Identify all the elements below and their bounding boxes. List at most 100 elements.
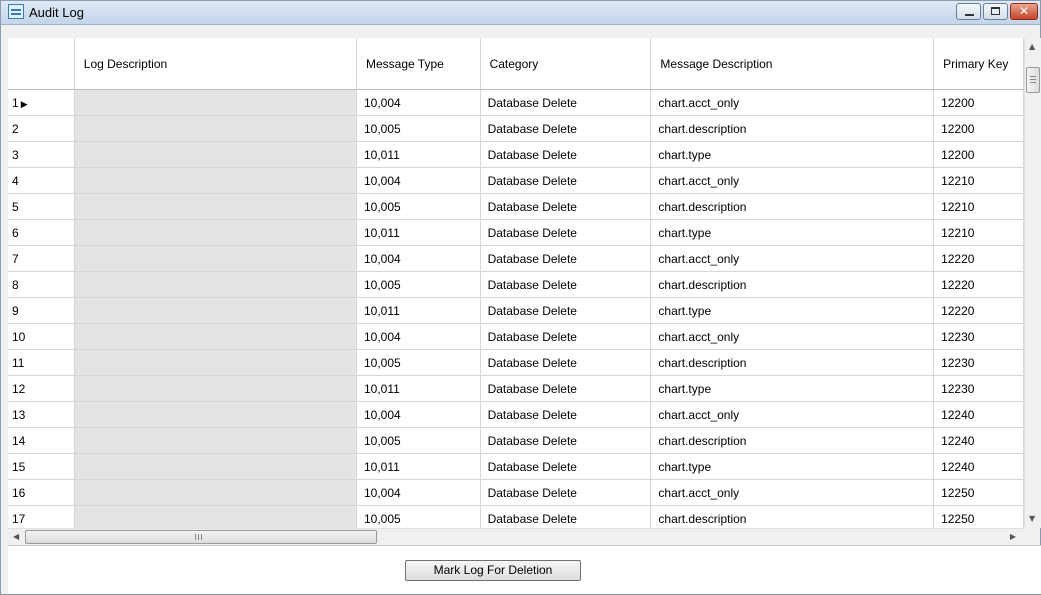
cell-message-description[interactable]: chart.type: [650, 297, 935, 324]
cell-category[interactable]: Database Delete: [480, 297, 652, 324]
cell-message-description[interactable]: chart.acct_only: [650, 245, 935, 272]
table-row[interactable]: 3 10,011 Database Delete chart.type 12200: [8, 141, 1024, 168]
cell-category[interactable]: Database Delete: [480, 427, 652, 454]
cell-message-type[interactable]: 10,011: [356, 453, 481, 480]
vertical-scroll-thumb[interactable]: [1026, 67, 1040, 93]
cell-log-description[interactable]: [74, 427, 357, 454]
cell-category[interactable]: Database Delete: [480, 505, 652, 528]
table-row[interactable]: 15 10,011 Database Delete chart.type 12240: [8, 453, 1024, 480]
cell-primary-key[interactable]: 12220: [933, 245, 1024, 272]
cell-primary-key[interactable]: 12240: [933, 401, 1024, 428]
cell-log-description[interactable]: [74, 349, 357, 376]
column-header-category[interactable]: Category: [480, 38, 652, 90]
table-row[interactable]: 8 10,005 Database Delete chart.description 1…: [8, 271, 1024, 298]
cell-primary-key[interactable]: 12200: [933, 89, 1024, 116]
cell-category[interactable]: Database Delete: [480, 271, 652, 298]
cell-primary-key[interactable]: 12220: [933, 271, 1024, 298]
cell-message-description[interactable]: chart.type: [650, 375, 935, 402]
cell-message-description[interactable]: chart.type: [650, 453, 935, 480]
row-header[interactable]: 6: [8, 219, 75, 246]
cell-log-description[interactable]: [74, 453, 357, 480]
cell-log-description[interactable]: [74, 505, 357, 528]
vertical-scrollbar[interactable]: ▲ ▼: [1024, 38, 1041, 528]
cell-log-description[interactable]: [74, 401, 357, 428]
table-row[interactable]: 11 10,005 Database Delete chart.description…: [8, 349, 1024, 376]
close-button[interactable]: ✕: [1010, 3, 1038, 20]
cell-category[interactable]: Database Delete: [480, 375, 652, 402]
cell-primary-key[interactable]: 12210: [933, 167, 1024, 194]
scroll-right-arrow-icon[interactable]: ▶: [1010, 533, 1016, 541]
cell-category[interactable]: Database Delete: [480, 245, 652, 272]
row-header[interactable]: 1 ▶: [8, 89, 75, 116]
cell-message-description[interactable]: chart.acct_only: [650, 89, 935, 116]
maximize-button[interactable]: [983, 3, 1008, 20]
cell-category[interactable]: Database Delete: [480, 141, 652, 168]
table-row[interactable]: 2 10,005 Database Delete chart.description 1…: [8, 115, 1024, 142]
row-header[interactable]: 2: [8, 115, 75, 142]
cell-message-description[interactable]: chart.description: [650, 505, 935, 528]
cell-category[interactable]: Database Delete: [480, 323, 652, 350]
cell-log-description[interactable]: [74, 297, 357, 324]
cell-category[interactable]: Database Delete: [480, 479, 652, 506]
cell-message-description[interactable]: chart.acct_only: [650, 401, 935, 428]
row-header[interactable]: 8: [8, 271, 75, 298]
cell-message-description[interactable]: chart.description: [650, 427, 935, 454]
cell-category[interactable]: Database Delete: [480, 193, 652, 220]
cell-message-type[interactable]: 10,004: [356, 167, 481, 194]
cell-message-type[interactable]: 10,005: [356, 349, 481, 376]
cell-log-description[interactable]: [74, 115, 357, 142]
table-row[interactable]: 5 10,005 Database Delete chart.description 1…: [8, 193, 1024, 220]
cell-primary-key[interactable]: 12230: [933, 323, 1024, 350]
cell-message-type[interactable]: 10,005: [356, 505, 481, 528]
table-row[interactable]: 13 10,004 Database Delete chart.acct_only 12…: [8, 401, 1024, 428]
cell-message-description[interactable]: chart.description: [650, 115, 935, 142]
column-header-primary-key[interactable]: Primary Key: [933, 38, 1024, 90]
cell-log-description[interactable]: [74, 245, 357, 272]
table-row[interactable]: 12 10,011 Database Delete chart.type 12230: [8, 375, 1024, 402]
cell-primary-key[interactable]: 12240: [933, 427, 1024, 454]
cell-message-description[interactable]: chart.description: [650, 349, 935, 376]
cell-message-type[interactable]: 10,011: [356, 141, 481, 168]
cell-log-description[interactable]: [74, 193, 357, 220]
cell-message-type[interactable]: 10,011: [356, 375, 481, 402]
cell-message-type[interactable]: 10,004: [356, 323, 481, 350]
table-row[interactable]: 16 10,004 Database Delete chart.acct_only 12…: [8, 479, 1024, 506]
table-row[interactable]: 17 10,005 Database Delete chart.description…: [8, 505, 1024, 528]
cell-category[interactable]: Database Delete: [480, 167, 652, 194]
row-header[interactable]: 11: [8, 349, 75, 376]
cell-primary-key[interactable]: 12230: [933, 349, 1024, 376]
cell-message-type[interactable]: 10,011: [356, 297, 481, 324]
cell-category[interactable]: Database Delete: [480, 401, 652, 428]
cell-primary-key[interactable]: 12250: [933, 505, 1024, 528]
cell-log-description[interactable]: [74, 375, 357, 402]
cell-message-type[interactable]: 10,004: [356, 245, 481, 272]
table-row[interactable]: 7 10,004 Database Delete chart.acct_only 122…: [8, 245, 1024, 272]
cell-message-type[interactable]: 10,005: [356, 193, 481, 220]
mark-log-for-deletion-button[interactable]: Mark Log For Deletion: [405, 560, 581, 581]
cell-message-type[interactable]: 10,004: [356, 401, 481, 428]
cell-category[interactable]: Database Delete: [480, 115, 652, 142]
row-header[interactable]: 13: [8, 401, 75, 428]
column-header-log-description[interactable]: Log Description: [74, 38, 357, 90]
cell-primary-key[interactable]: 12200: [933, 115, 1024, 142]
cell-log-description[interactable]: [74, 141, 357, 168]
minimize-button[interactable]: [956, 3, 981, 20]
cell-message-description[interactable]: chart.type: [650, 141, 935, 168]
cell-category[interactable]: Database Delete: [480, 219, 652, 246]
cell-primary-key[interactable]: 12210: [933, 193, 1024, 220]
cell-primary-key[interactable]: 12240: [933, 453, 1024, 480]
cell-message-description[interactable]: chart.acct_only: [650, 167, 935, 194]
horizontal-scrollbar[interactable]: ◀ ▶: [8, 528, 1024, 545]
cell-message-type[interactable]: 10,004: [356, 89, 481, 116]
scroll-left-arrow-icon[interactable]: ◀: [13, 533, 19, 541]
table-row[interactable]: 9 10,011 Database Delete chart.type 12220: [8, 297, 1024, 324]
row-header[interactable]: 3: [8, 141, 75, 168]
scroll-up-arrow-icon[interactable]: ▲: [1029, 43, 1035, 51]
column-header-message-type[interactable]: Message Type: [356, 38, 481, 90]
cell-log-description[interactable]: [74, 89, 357, 116]
cell-log-description[interactable]: [74, 219, 357, 246]
row-header[interactable]: 12: [8, 375, 75, 402]
cell-message-type[interactable]: 10,005: [356, 271, 481, 298]
row-header[interactable]: 5: [8, 193, 75, 220]
cell-message-type[interactable]: 10,011: [356, 219, 481, 246]
